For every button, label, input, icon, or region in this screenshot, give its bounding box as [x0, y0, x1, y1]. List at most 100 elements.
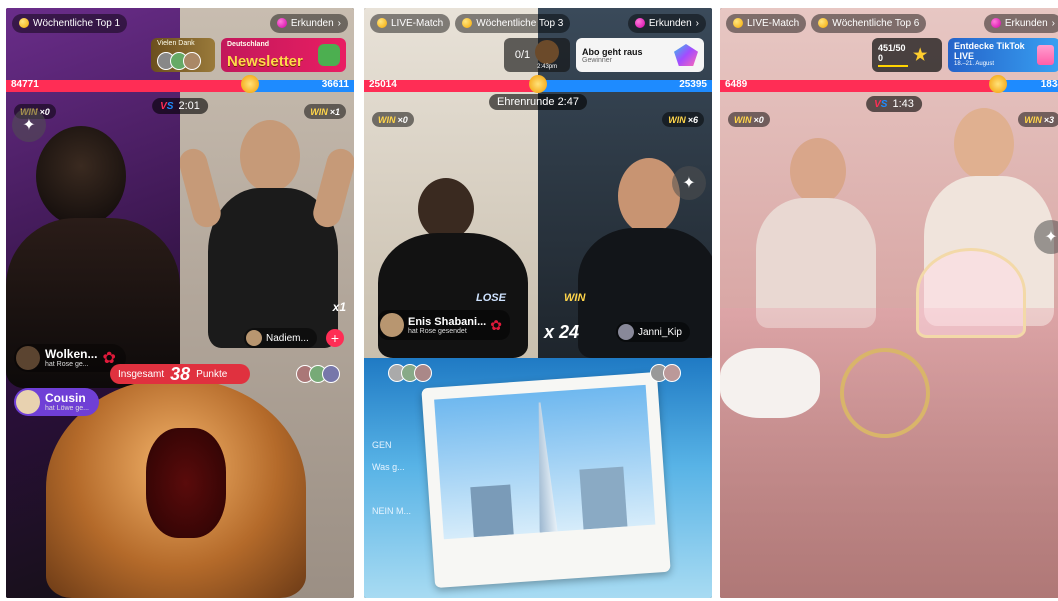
coin-icon: [377, 18, 387, 28]
blue-team-score: 25395: [538, 79, 712, 92]
gift-icon: [1037, 45, 1054, 65]
building-shape: [579, 466, 628, 530]
chevron-right-icon: ›: [1051, 17, 1055, 29]
postcard-photo: [434, 384, 656, 540]
coin-icon: [818, 18, 829, 28]
horse-shape: [720, 348, 820, 418]
streamer-right-head: [618, 158, 680, 234]
coin-icon: [733, 18, 743, 28]
lion-mouth: [146, 428, 226, 538]
chevron-right-icon: ›: [695, 17, 699, 29]
avatar: [16, 390, 40, 414]
battle-timer: VS 1:43: [866, 96, 922, 112]
tiktok-live-card[interactable]: Entdecke TikTok LIVE 18.–21. August: [948, 38, 1058, 72]
viewer-avatars: [296, 365, 340, 383]
battle-score-bar: 6489 1834: [720, 75, 1058, 93]
rose-icon: ✿: [490, 316, 502, 333]
viewer-avatars: [388, 364, 432, 382]
explore-button[interactable]: Erkunden ›: [983, 13, 1058, 33]
banner-cards: 0/1 2:43pm Abo geht raus Gewinner: [504, 38, 704, 72]
battle-score-bar: 25014 25395: [364, 75, 712, 93]
opponent-nameplate[interactable]: Nadiem...: [244, 328, 317, 348]
progress-line: [878, 65, 908, 67]
gift-comment: Cousin hat Löwe ge...: [14, 388, 99, 416]
red-team-score: 25014: [364, 79, 538, 92]
avatar: [663, 364, 681, 382]
chevron-right-icon: ›: [337, 17, 341, 29]
coin-icon: [19, 18, 29, 28]
carriage-wheel: [840, 348, 930, 438]
streamer-left-head: [36, 126, 126, 226]
supporter-avatars: [157, 52, 201, 70]
streamer-left-head: [418, 178, 474, 240]
battle-timer: VS 2:01: [152, 98, 208, 114]
top-bar: Wöchentliche Top 1 Erkunden ›: [6, 8, 354, 38]
streamer-right-arm: [310, 145, 354, 231]
blue-team-score: 1834: [998, 79, 1058, 92]
win-badge-right: WIN ×3: [1018, 112, 1058, 127]
lose-label: LOSE: [476, 292, 506, 304]
frog-mascot-icon: [318, 44, 340, 66]
vs-icon: VS: [160, 100, 174, 112]
avatar: [183, 52, 201, 70]
live-match-pill[interactable]: LIVE-Match: [726, 13, 807, 33]
postcard-effect: [421, 372, 671, 588]
gift-multiplier: x 24: [544, 322, 580, 342]
building-shape: [470, 484, 514, 538]
red-team-score: 84771: [6, 79, 250, 92]
host-nameplate[interactable]: Enis Shabani... hat Rose gesendet ✿: [378, 310, 510, 340]
screenshot-collage: Wöchentliche Top 1 Erkunden › Vielen Dank…: [0, 0, 1058, 601]
streamer-right-arm: [180, 145, 224, 231]
streamer-right-head: [240, 120, 300, 192]
avatar: [535, 40, 560, 64]
battle-score-bar: 84771 36611: [6, 75, 354, 93]
live-match-pill[interactable]: LIVE-Match: [370, 13, 451, 33]
plus-icon[interactable]: +: [326, 329, 344, 347]
red-team-score: 6489: [720, 79, 999, 92]
battle-divider-icon: [240, 75, 259, 93]
weekly-ranking-pill[interactable]: Wöchentliche Top 3: [455, 13, 571, 33]
weekly-ranking-pill[interactable]: Wöchentliche Top 1: [12, 13, 128, 33]
explore-button[interactable]: Erkunden ›: [269, 13, 348, 33]
banner-cards: 451/50 0 ★ Entdecke TikTok LIVE 18.–21. Au…: [872, 38, 1058, 72]
banner-cards: Vielen Dank Deutschland Newsletter: [151, 38, 346, 72]
chat-feed: GEN Was g... NEIN M...: [372, 440, 412, 516]
sparkle-icon[interactable]: ✦: [672, 166, 706, 200]
explore-dot-icon: [990, 18, 1001, 28]
battle-timer: Ehrenrunde 2:47: [489, 94, 587, 110]
newsletter-card[interactable]: Deutschland Newsletter: [221, 38, 346, 72]
gem-icon: [674, 44, 698, 66]
win-badge-right: WIN ×1: [304, 104, 346, 119]
subscription-card[interactable]: Abo geht raus Gewinner: [576, 38, 704, 72]
battle-overlay: WIN×0 VS2:01 WIN×1: [6, 92, 354, 122]
win-badge-right: WIN ×6: [662, 112, 704, 127]
avatar: [322, 365, 340, 383]
top-bar: LIVE-Match Wöchentliche Top 6 Erkunden ›: [720, 8, 1058, 38]
opponent-nameplate[interactable]: Janni_Kip: [616, 322, 690, 342]
blue-team-score: 36611: [249, 79, 354, 92]
live-battle-panel-3: LIVE-Match Wöchentliche Top 6 Erkunden › …: [720, 8, 1058, 598]
win-badge-left: WIN×0: [728, 112, 770, 127]
thanks-card[interactable]: Vielen Dank: [151, 38, 215, 72]
battle-overlay: WIN ×0 Ehrenrunde 2:47 WIN ×6: [364, 92, 712, 127]
explore-dot-icon: [634, 18, 645, 28]
avatar: [618, 324, 634, 340]
battle-overlay: WIN ×0 VS 1:43 WIN ×3: [720, 92, 1058, 127]
score-card[interactable]: 451/50 0 ★: [872, 38, 942, 72]
avatar: [246, 330, 262, 346]
viewer-avatars: [650, 364, 681, 382]
sparkle-icon[interactable]: ✦: [12, 108, 46, 142]
star-icon: ★: [913, 47, 928, 64]
carriage-canopy: [916, 248, 1026, 338]
avatar: [414, 364, 432, 382]
gift-multiplier: x1: [332, 300, 346, 314]
live-battle-panel-1: Wöchentliche Top 1 Erkunden › Vielen Dank…: [6, 8, 354, 598]
explore-button[interactable]: Erkunden ›: [627, 13, 706, 33]
weekly-ranking-pill[interactable]: Wöchentliche Top 6: [811, 13, 927, 33]
win-label: WIN: [564, 292, 586, 304]
points-banner: Insgesamt 38 Punkte: [110, 364, 250, 384]
carriage-effect: [720, 248, 1058, 598]
avatar: [16, 346, 40, 370]
match-card[interactable]: 0/1 2:43pm: [504, 38, 570, 72]
win-badge-left: WIN×0: [372, 112, 414, 127]
